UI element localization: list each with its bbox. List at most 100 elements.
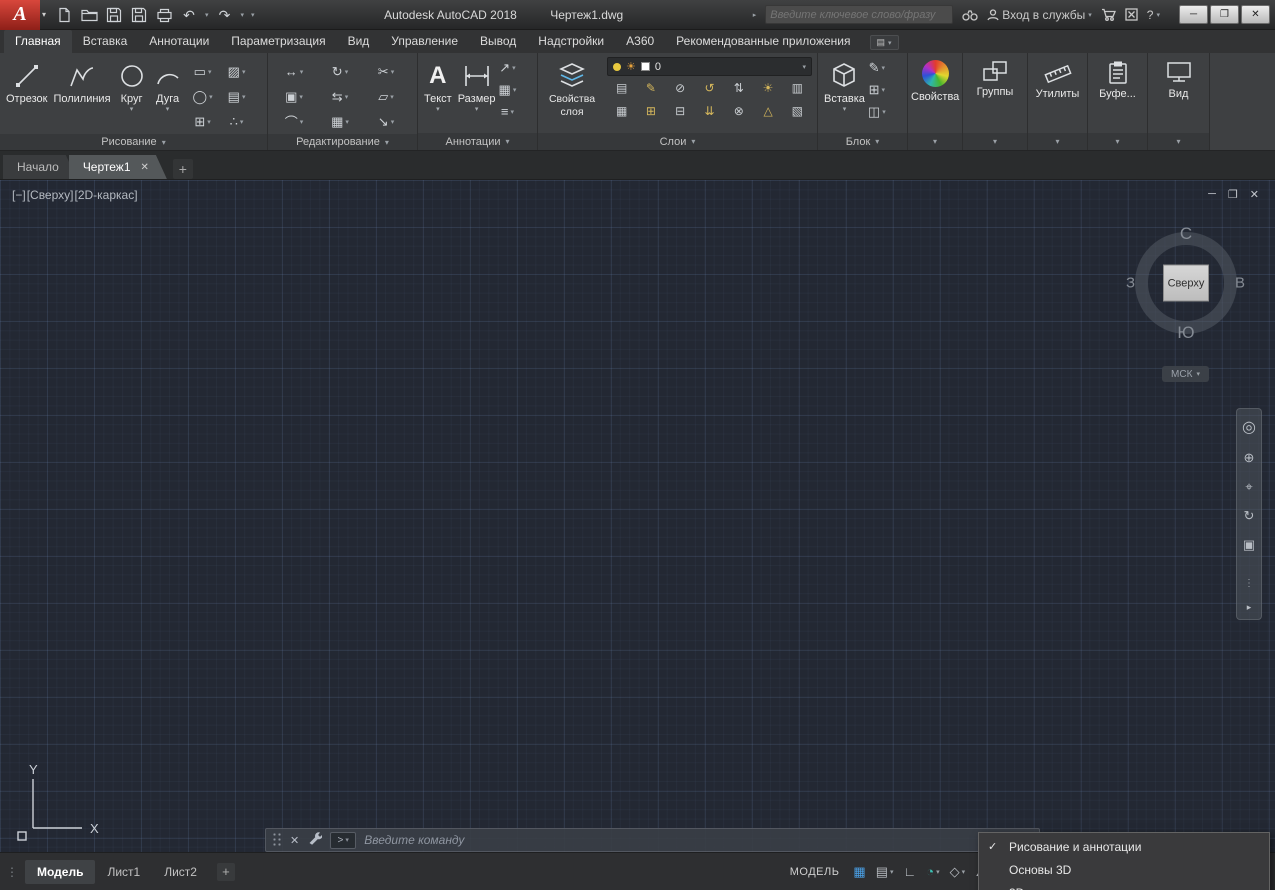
file-tab-close-icon[interactable]: ✕ xyxy=(141,162,149,173)
panel-label-properties[interactable]: ▾ xyxy=(908,133,962,150)
ribbon-tab-a360[interactable]: A360 xyxy=(615,30,665,53)
new-drawing-tab-button[interactable]: + xyxy=(173,159,193,179)
point-tool-icon[interactable]: ∴▾ xyxy=(220,109,254,134)
stretch-tool-icon[interactable]: ↘▾ xyxy=(363,109,409,134)
text-style-tool-icon[interactable]: ≡▾ xyxy=(499,104,517,119)
open-file-icon[interactable] xyxy=(80,6,98,23)
layer-tool-icon[interactable]: ▥ xyxy=(792,81,803,95)
hatch-tool-icon[interactable]: ▨▾ xyxy=(220,59,254,84)
grid-display-icon[interactable]: ▦ xyxy=(853,864,865,880)
layer-tool-icon[interactable]: △ xyxy=(763,104,772,118)
trim-tool-icon[interactable]: ✂▾ xyxy=(363,59,409,84)
line-button[interactable]: Отрезок xyxy=(3,55,50,134)
mirror-tool-icon[interactable]: ⇆▾ xyxy=(317,84,363,109)
clipboard-button[interactable]: Буфе... xyxy=(1091,55,1144,133)
ribbon-tab-manage[interactable]: Управление xyxy=(380,30,469,53)
viewcube-top-face[interactable]: Сверху xyxy=(1163,265,1209,302)
close-button[interactable]: ✕ xyxy=(1241,5,1270,24)
table-tool-icon[interactable]: ▦▾ xyxy=(499,82,517,98)
ribbon-tab-annotate[interactable]: Аннотации xyxy=(138,30,220,53)
block-create-icon[interactable]: ⊞▾ xyxy=(868,82,886,98)
navbar-expand-icon[interactable]: ▸ xyxy=(1247,602,1252,613)
layout-tab-layout2[interactable]: Лист2 xyxy=(152,860,209,884)
viewport-menu-control[interactable]: [−] xyxy=(12,188,26,202)
minimize-button[interactable]: ─ xyxy=(1179,5,1208,24)
viewcube-south[interactable]: Ю xyxy=(1177,323,1194,343)
app-menu-caret-icon[interactable]: ▾ xyxy=(42,10,46,19)
panel-label-draw[interactable]: Рисование ▾ xyxy=(0,134,267,150)
command-line-grip[interactable] xyxy=(272,832,282,848)
layer-tool-icon[interactable]: ⇊ xyxy=(704,104,714,118)
viewcube-east[interactable]: В xyxy=(1235,275,1245,292)
undo-caret-icon[interactable]: ▾ xyxy=(205,11,209,19)
move-tool-icon[interactable]: ↔▾ xyxy=(271,59,317,84)
layer-properties-button[interactable]: Свойства слоя xyxy=(541,55,603,133)
panel-label-annotation[interactable]: Аннотации ▾ xyxy=(418,133,537,150)
ortho-mode-icon[interactable]: ∟ xyxy=(904,864,917,879)
ribbon-display-toggle[interactable]: ▤ ▾ xyxy=(870,35,899,50)
restore-button[interactable]: ❐ xyxy=(1210,5,1239,24)
new-layout-button[interactable]: + xyxy=(217,863,235,881)
navbar-grip-icon[interactable]: ⋮ xyxy=(1244,578,1254,589)
properties-button[interactable]: Свойства xyxy=(911,55,959,133)
statusbar-grip-icon[interactable]: ⋮ xyxy=(6,865,18,879)
ribbon-tab-home[interactable]: Главная xyxy=(4,30,72,53)
layer-tool-icon[interactable]: ⊟ xyxy=(675,104,685,118)
nav-showmotion-icon[interactable]: ▣ xyxy=(1243,537,1255,553)
layout-tab-model[interactable]: Модель xyxy=(25,860,95,884)
command-line-customize-icon[interactable] xyxy=(307,830,322,850)
array-tool-icon[interactable]: ▦▾ xyxy=(317,109,363,134)
layer-tool-icon[interactable]: ⊘ xyxy=(675,81,685,95)
panel-label-groups[interactable]: ▾ xyxy=(963,133,1027,150)
viewcube-ucs-menu[interactable]: МСК ▾ xyxy=(1162,366,1209,382)
ribbon-tab-insert[interactable]: Вставка xyxy=(72,30,139,53)
drawing-canvas[interactable]: [−] [Сверху] [2D-каркас] ─ ❐ ✕ С Ю З В С… xyxy=(0,180,1275,852)
polar-tracking-icon[interactable]: ◔▾ xyxy=(926,864,939,879)
groups-button[interactable]: Группы xyxy=(966,55,1024,133)
ellipse-tool-icon[interactable]: ◯▾ xyxy=(186,84,220,109)
new-file-icon[interactable] xyxy=(55,6,73,23)
command-line[interactable]: ✕ > ▾ Введите команду xyxy=(265,828,1040,852)
rectangle-tool-icon[interactable]: ▭▾ xyxy=(186,59,220,84)
layer-select-combo[interactable]: ☀ 0 ▾ xyxy=(607,57,812,76)
layer-tool-icon[interactable]: ☀ xyxy=(763,81,774,95)
utilities-button[interactable]: Утилиты xyxy=(1031,55,1084,133)
nav-zoom-icon[interactable]: ⌖ xyxy=(1245,479,1252,495)
block-attributes-icon[interactable]: ◫▾ xyxy=(868,104,886,120)
redo-icon[interactable]: ↷ xyxy=(216,6,234,23)
redo-caret-icon[interactable]: ▾ xyxy=(241,11,245,19)
viewcube-north[interactable]: С xyxy=(1180,224,1192,244)
ribbon-tab-addins[interactable]: Надстройки xyxy=(527,30,615,53)
save-icon[interactable] xyxy=(105,6,123,23)
viewport-visual-style-control[interactable]: [2D-каркас] xyxy=(74,188,137,202)
panel-label-clipboard[interactable]: ▾ xyxy=(1088,133,1147,150)
viewcube[interactable]: С Ю З В Сверху xyxy=(1129,226,1243,340)
menu-item-drafting-annotation[interactable]: ✓ Рисование и аннотации xyxy=(979,835,1269,858)
layer-tool-icon[interactable]: ⊞ xyxy=(646,104,656,118)
panel-label-layers[interactable]: Слои ▾ xyxy=(538,133,817,150)
menu-item-3d-modeling[interactable]: 3D-моделирование xyxy=(979,881,1269,890)
boundary-tool-icon[interactable]: ⊞▾ xyxy=(186,109,220,134)
ribbon-tab-parametric[interactable]: Параметризация xyxy=(220,30,336,53)
layer-tool-icon[interactable]: ↺ xyxy=(704,81,714,95)
copy-tool-icon[interactable]: ▣▾ xyxy=(271,84,317,109)
erase-tool-icon[interactable]: ▱▾ xyxy=(363,84,409,109)
nav-orbit-icon[interactable]: ↻ xyxy=(1244,508,1255,524)
drawing-minimize-icon[interactable]: ─ xyxy=(1208,188,1216,201)
arc-button[interactable]: Дуга ▾ xyxy=(150,55,186,134)
save-as-icon[interactable] xyxy=(130,6,148,23)
snap-mode-icon[interactable]: ▤▾ xyxy=(876,864,894,880)
cart-icon[interactable] xyxy=(1101,8,1116,21)
panel-label-modify[interactable]: Редактирование ▾ xyxy=(268,134,417,150)
viewcube-west[interactable]: З xyxy=(1126,275,1135,292)
command-prompt-box[interactable]: > ▾ xyxy=(330,832,356,849)
panel-label-block[interactable]: Блок ▾ xyxy=(818,133,907,150)
panel-label-view[interactable]: ▾ xyxy=(1148,133,1209,150)
isodraft-icon[interactable]: ◇▾ xyxy=(950,864,966,880)
command-line-close-icon[interactable]: ✕ xyxy=(290,834,299,847)
panel-label-utilities[interactable]: ▾ xyxy=(1028,133,1087,150)
nav-pan-icon[interactable]: ⊕ xyxy=(1244,450,1255,466)
search-input[interactable] xyxy=(766,9,952,21)
layout-tab-layout1[interactable]: Лист1 xyxy=(95,860,152,884)
leader-tool-icon[interactable]: ↗▾ xyxy=(499,60,517,76)
